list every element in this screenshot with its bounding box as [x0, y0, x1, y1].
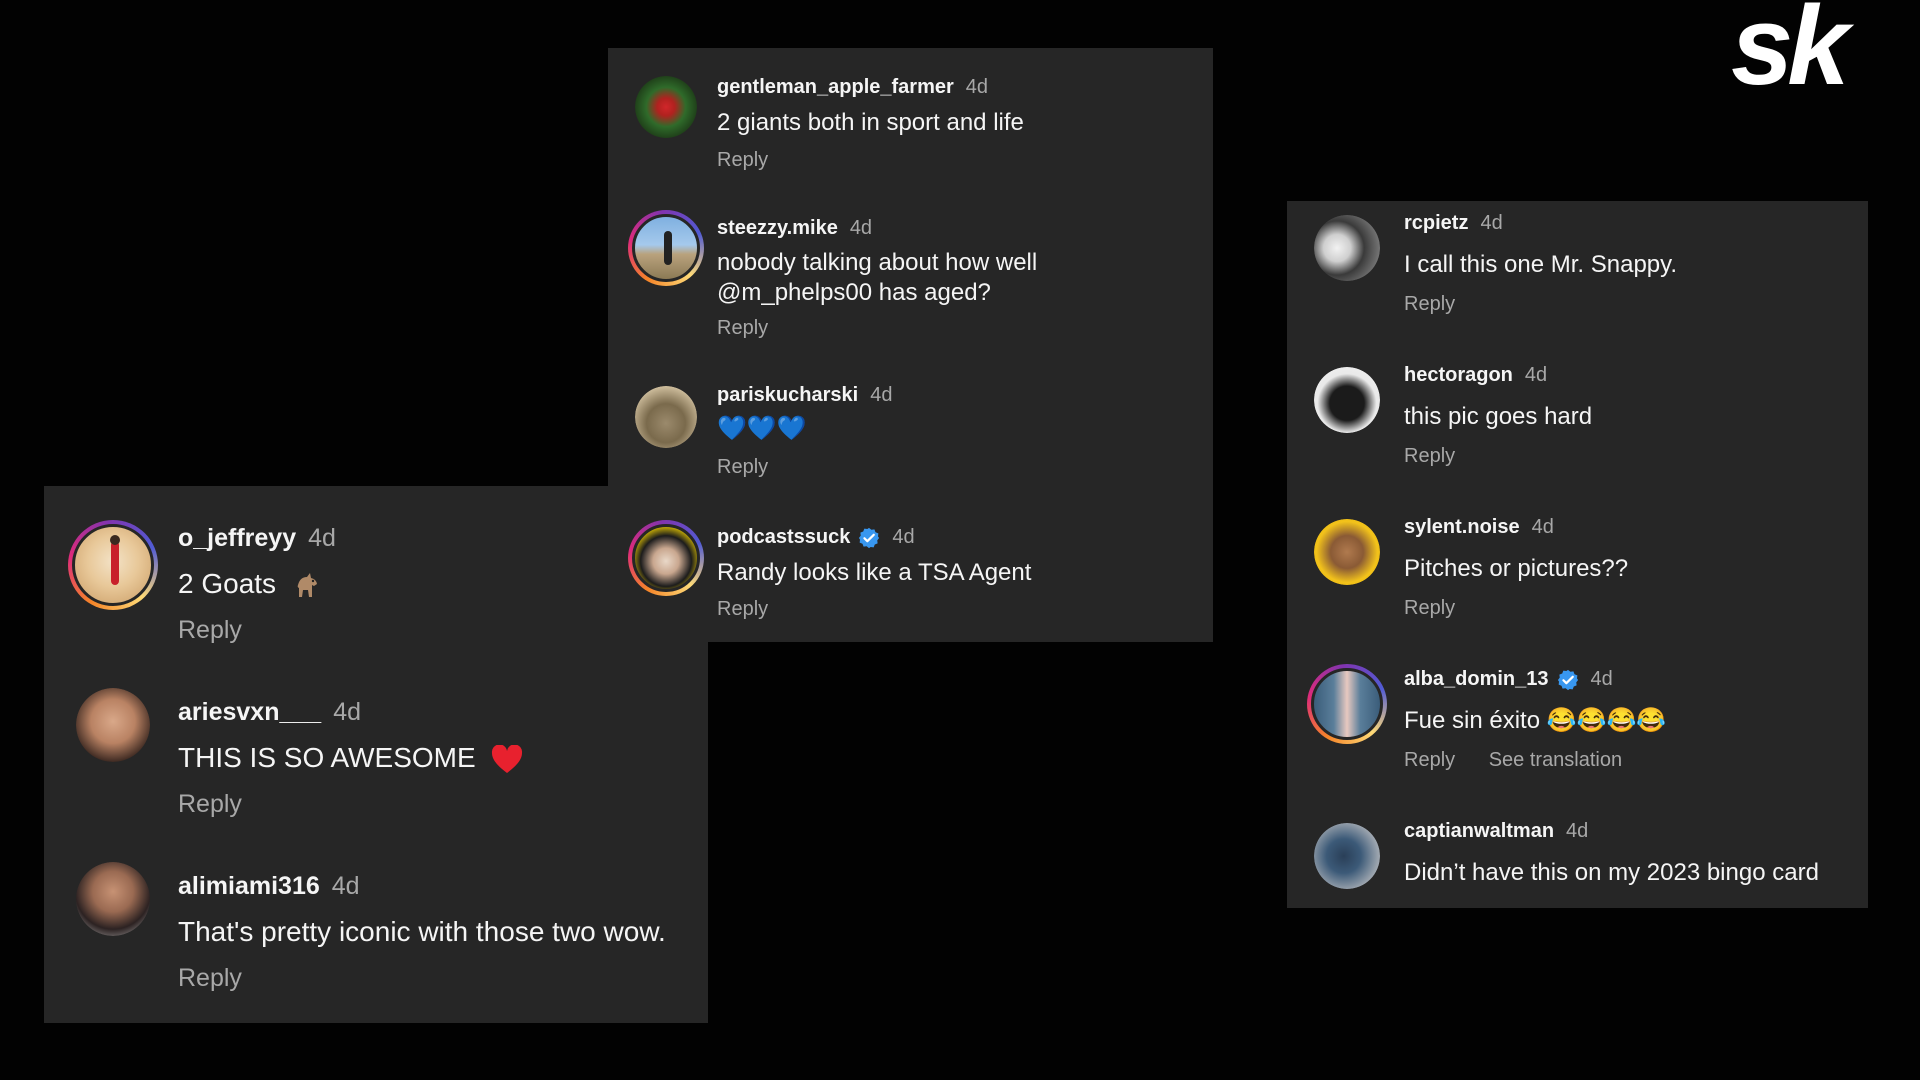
- comment-time: 4d: [849, 217, 873, 239]
- see-translation-button[interactable]: See translation: [1489, 749, 1622, 771]
- avatar[interactable]: [76, 688, 150, 762]
- sk-logo: sk: [1731, 2, 1860, 92]
- comment-text: Pitches or pictures??: [1404, 555, 1629, 582]
- comment-item: gentleman_apple_farmer 4d 2 giants both …: [608, 48, 1213, 188]
- comment-item: pariskucharski 4d 💙💙💙 Reply: [608, 358, 1213, 488]
- avatar[interactable]: [68, 520, 158, 610]
- comment-item: captianwaltman 4d Didn’t have this on my…: [1287, 809, 1868, 908]
- reply-button[interactable]: Reply: [717, 317, 768, 339]
- reply-button[interactable]: Reply: [178, 964, 242, 992]
- comment-item: sylent.noise 4d Pitches or pictures?? Re…: [1287, 505, 1868, 655]
- comment-username[interactable]: pariskucharski: [717, 384, 858, 407]
- avatar[interactable]: [1314, 367, 1380, 433]
- comment-username[interactable]: captianwaltman: [1404, 820, 1554, 843]
- comment-time: 4d: [870, 384, 893, 406]
- comment-item: alimiami316 4d That's pretty iconic with…: [44, 834, 708, 1014]
- comment-username[interactable]: ariesvxn___: [178, 698, 321, 727]
- avatar[interactable]: [1314, 215, 1380, 281]
- comment-username[interactable]: o_jeffreyy: [178, 524, 296, 553]
- comment-time: 4d: [1524, 364, 1548, 386]
- reply-button[interactable]: Reply: [717, 149, 768, 171]
- comment-text: 2 Goats: [178, 568, 277, 599]
- avatar[interactable]: [635, 386, 697, 448]
- comment-time: 4d: [1566, 820, 1589, 842]
- goat-emoji-icon: [297, 572, 317, 597]
- comment-text: Fue sin éxito 😂😂😂😂: [1404, 707, 1667, 734]
- reply-button[interactable]: Reply: [178, 616, 242, 644]
- comment-item: steezzy.mike 4d nobody talking about how…: [608, 190, 1213, 339]
- comment-time: 4d: [331, 872, 360, 900]
- blue-heart-emojis: 💙💙💙: [717, 415, 807, 442]
- red-heart-emoji-icon: [492, 744, 523, 773]
- comment-text-row: 2 Goats: [178, 566, 322, 601]
- comment-item: ariesvxn___ 4d THIS IS SO AWESOME Reply: [44, 660, 708, 830]
- comments-panel-right: rcpietz 4d I call this one Mr. Snappy. R…: [1287, 201, 1868, 908]
- comment-username[interactable]: sylent.noise: [1404, 516, 1520, 539]
- reply-button[interactable]: Reply: [1404, 597, 1455, 619]
- reply-button[interactable]: Reply: [717, 598, 768, 620]
- avatar[interactable]: [628, 210, 704, 286]
- comment-text: Didn’t have this on my 2023 bingo card: [1404, 859, 1819, 886]
- verified-badge-icon: [859, 527, 880, 548]
- comment-username[interactable]: rcpietz: [1404, 212, 1468, 235]
- comment-username[interactable]: alimiami316: [178, 872, 320, 901]
- logo-text: sk: [1731, 2, 1854, 92]
- comment-item: rcpietz 4d I call this one Mr. Snappy. R…: [1287, 201, 1868, 351]
- comment-text: this pic goes hard: [1404, 403, 1593, 430]
- avatar[interactable]: [628, 520, 704, 596]
- reply-button[interactable]: Reply: [1404, 445, 1455, 467]
- comment-username[interactable]: alba_domin_13: [1404, 668, 1549, 691]
- comment-username[interactable]: hectoragon: [1404, 364, 1513, 387]
- comment-item: podcastssuck 4d Randy looks like a TSA A…: [608, 500, 1213, 640]
- avatar[interactable]: [635, 76, 697, 138]
- comment-text: 2 giants both in sport and life: [717, 109, 1024, 136]
- comment-text: That's pretty iconic with those two wow.: [178, 916, 666, 947]
- verified-badge-icon: [1557, 669, 1578, 690]
- comment-username[interactable]: podcastssuck: [717, 526, 850, 549]
- comment-time: 4d: [1480, 212, 1503, 234]
- comment-item: alba_domin_13 4d Fue sin éxito 😂😂😂😂 Repl…: [1287, 657, 1868, 807]
- comment-time: 4d: [333, 698, 361, 726]
- comment-username[interactable]: gentleman_apple_farmer: [717, 76, 954, 99]
- comment-text-row: THIS IS SO AWESOME: [178, 740, 523, 775]
- comment-time: 4d: [965, 76, 989, 98]
- comment-username[interactable]: steezzy.mike: [717, 217, 838, 240]
- reply-button[interactable]: Reply: [717, 456, 768, 478]
- reply-button[interactable]: Reply: [1404, 293, 1455, 315]
- reply-button[interactable]: Reply: [1404, 749, 1455, 771]
- comment-time: 4d: [308, 524, 336, 552]
- avatar[interactable]: [1314, 519, 1380, 585]
- reply-button[interactable]: Reply: [178, 790, 242, 818]
- avatar[interactable]: [1307, 664, 1387, 744]
- avatar[interactable]: [76, 862, 150, 936]
- comment-text: I call this one Mr. Snappy.: [1404, 251, 1678, 278]
- comment-text: Randy looks like a TSA Agent: [717, 559, 1032, 586]
- comment-time: 4d: [1531, 516, 1554, 538]
- comment-time: 4d: [1590, 668, 1613, 690]
- comment-item: hectoragon 4d this pic goes hard Reply: [1287, 353, 1868, 503]
- comment-text: THIS IS SO AWESOME: [178, 742, 476, 773]
- comment-time: 4d: [892, 526, 915, 548]
- comment-text: nobody talking about how well @m_phelps0…: [717, 249, 1038, 306]
- avatar[interactable]: [1314, 823, 1380, 889]
- comments-panel-middle: gentleman_apple_farmer 4d 2 giants both …: [608, 48, 1213, 642]
